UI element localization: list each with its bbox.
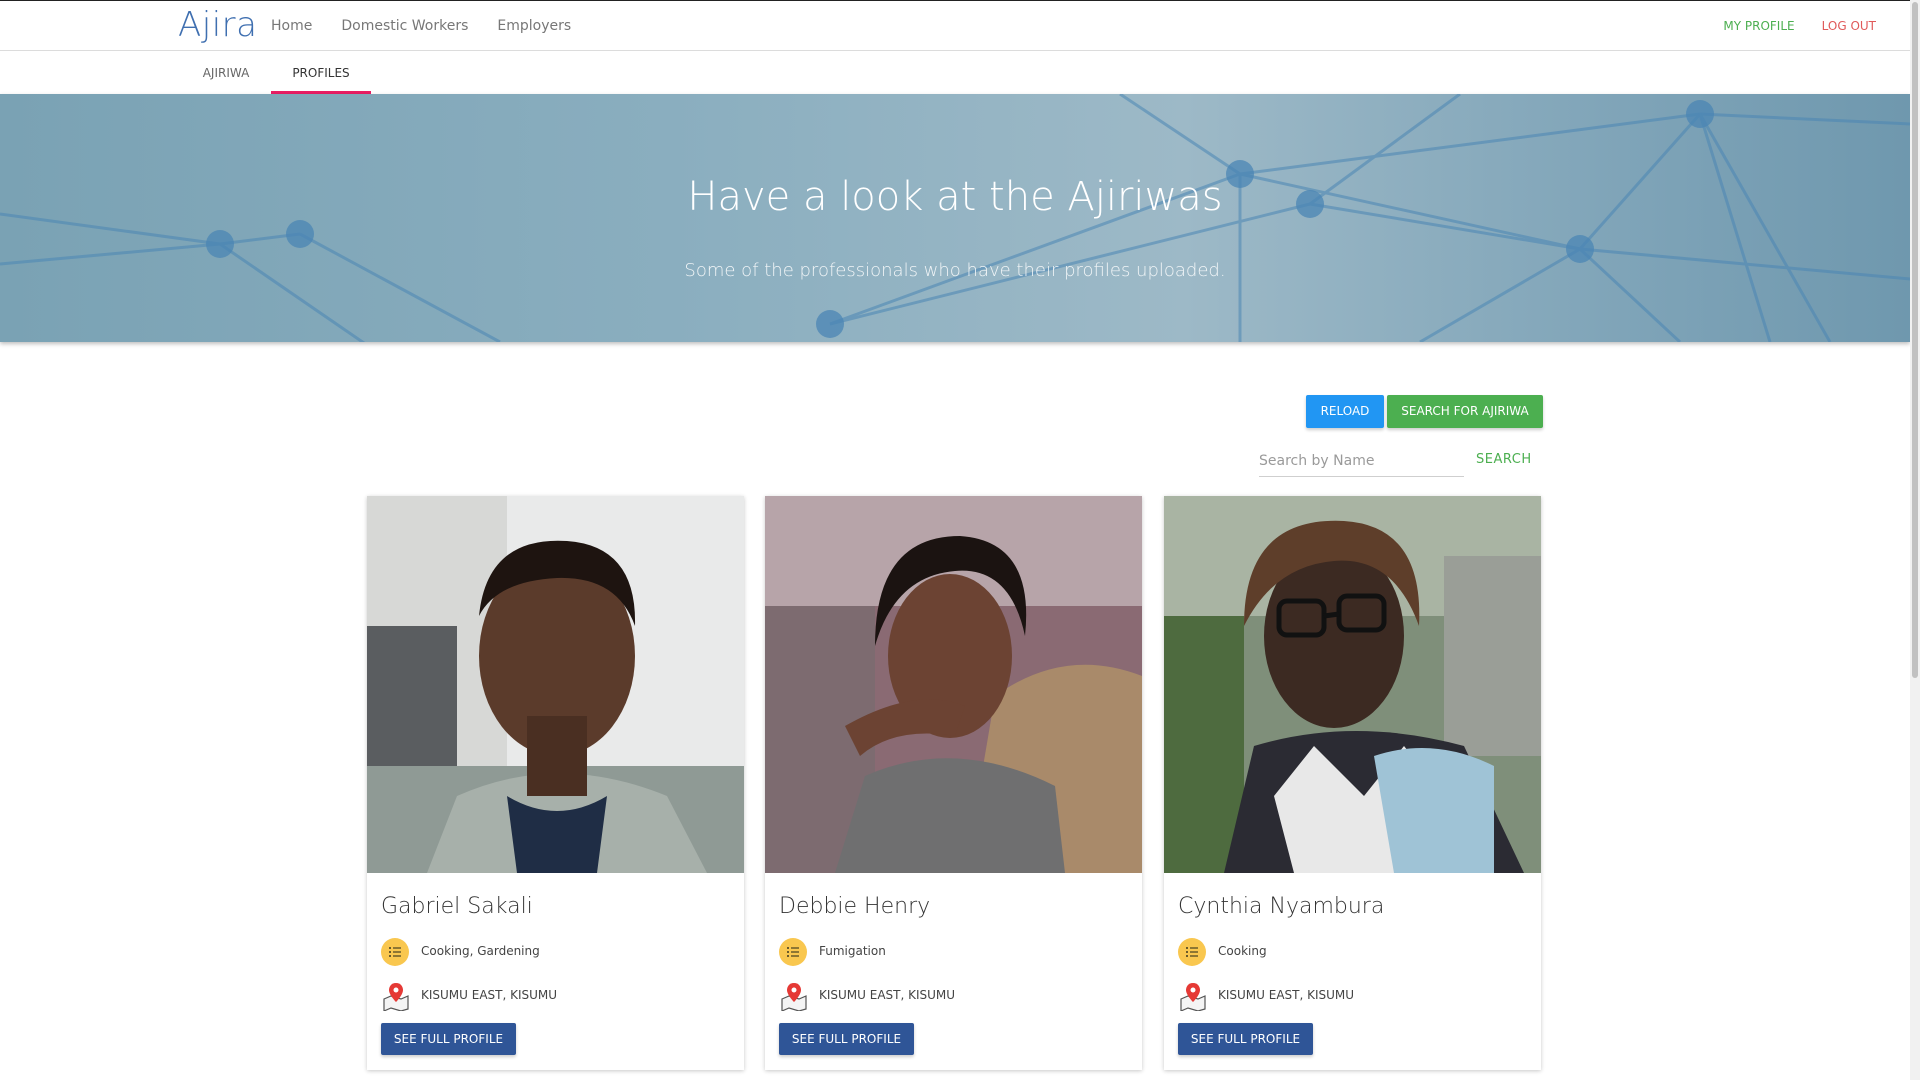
page-scrollbar[interactable] <box>1910 0 1920 1080</box>
profile-skills: Fumigation <box>819 944 886 958</box>
reload-button[interactable]: RELOAD <box>1306 395 1384 428</box>
nav-links: Home Domestic Workers Employers <box>271 1 600 51</box>
map-pin-icon <box>1180 983 1206 1011</box>
list-icon <box>779 938 807 966</box>
brand-logo[interactable]: Ajira <box>178 1 257 51</box>
hero-banner: Have a look at the Ajiriwas Some of the … <box>0 94 1910 342</box>
search-button[interactable]: SEARCH <box>1476 452 1532 467</box>
see-full-profile-button[interactable]: SEE FULL PROFILE <box>779 1023 914 1055</box>
nav-right: MY PROFILE LOG OUT <box>1696 1 1876 51</box>
profile-photo[interactable] <box>367 496 744 873</box>
see-full-profile-button[interactable]: SEE FULL PROFILE <box>1178 1023 1313 1055</box>
list-icon <box>1178 938 1206 966</box>
profile-card: Cynthia Nyambura Cooking KISUMU EAST, KI… <box>1164 496 1541 1070</box>
profile-card: Gabriel Sakali Cooking, Gardening KISUMU… <box>367 496 744 1070</box>
profile-skills: Cooking, Gardening <box>421 944 540 958</box>
profile-name: Cynthia Nyambura <box>1178 894 1385 919</box>
logout-link[interactable]: LOG OUT <box>1822 1 1876 51</box>
hero-subtitle: Some of the professionals who have their… <box>684 260 1226 281</box>
scrollbar-thumb[interactable] <box>1912 2 1918 678</box>
my-profile-link[interactable]: MY PROFILE <box>1723 1 1794 51</box>
profile-location: KISUMU EAST, KISUMU <box>421 988 558 1002</box>
tab-profiles[interactable]: PROFILES <box>271 51 371 94</box>
profile-photo[interactable] <box>1164 496 1541 873</box>
sub-tabs: AJIRIWA PROFILES <box>0 51 1910 94</box>
profile-skills: Cooking <box>1218 944 1267 958</box>
profile-name: Gabriel Sakali <box>381 894 533 919</box>
nav-domestic-workers-link[interactable]: Domestic Workers <box>341 1 468 51</box>
profile-card: Debbie Henry Fumigation KISUMU EAST, KIS… <box>765 496 1142 1070</box>
profile-photo[interactable] <box>765 496 1142 873</box>
tab-ajiriwa[interactable]: AJIRIWA <box>178 51 274 94</box>
search-ajiriwa-button[interactable]: SEARCH FOR AJIRIWA <box>1387 395 1543 428</box>
map-pin-icon <box>383 983 409 1011</box>
nav-employers-link[interactable]: Employers <box>497 1 571 51</box>
nav-home-link[interactable]: Home <box>271 1 312 51</box>
list-icon <box>381 938 409 966</box>
search-input[interactable] <box>1259 446 1464 477</box>
hero-title: Have a look at the Ajiriwas <box>687 174 1223 220</box>
profile-location: KISUMU EAST, KISUMU <box>819 988 956 1002</box>
navbar: Ajira Home Domestic Workers Employers MY… <box>0 1 1910 51</box>
map-pin-icon <box>781 983 807 1011</box>
profile-location: KISUMU EAST, KISUMU <box>1218 988 1355 1002</box>
profile-name: Debbie Henry <box>779 894 931 919</box>
see-full-profile-button[interactable]: SEE FULL PROFILE <box>381 1023 516 1055</box>
